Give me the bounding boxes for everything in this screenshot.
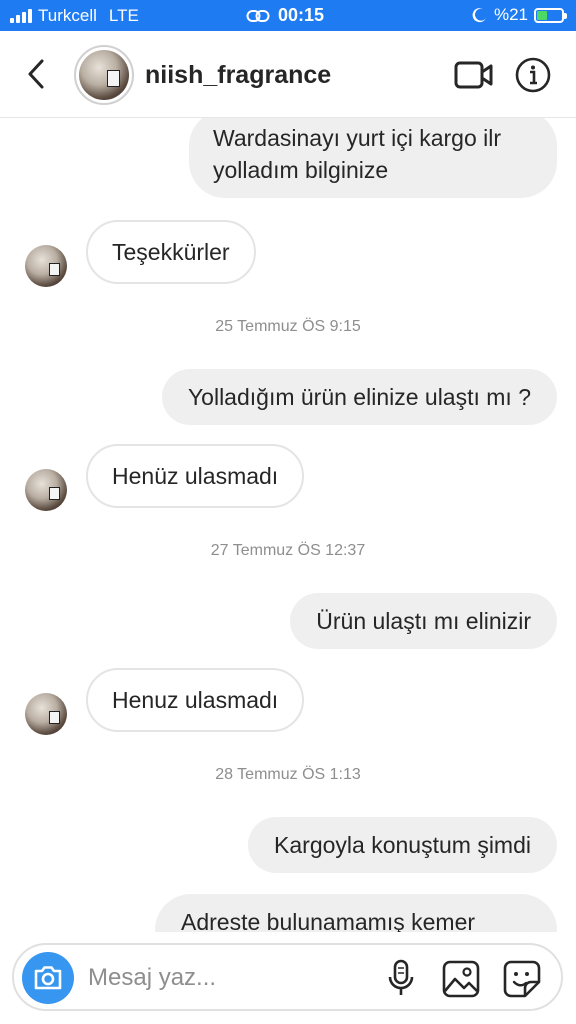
message-list[interactable]: Wardasinayı yurt içi kargo ilr yolladım … <box>0 118 576 932</box>
message-outgoing[interactable]: Kargoyla konuştum şimdi <box>248 817 557 873</box>
message-text: Henüz ulasmadı <box>112 463 279 489</box>
battery-icon <box>534 7 567 23</box>
carrier-name: Turkcell <box>38 6 97 25</box>
status-left: Turkcell LTE <box>10 6 139 26</box>
chat-header: niish_fragrance <box>0 31 576 118</box>
link-icon <box>246 9 270 22</box>
message-composer: Mesaj yaz... <box>12 943 563 1011</box>
sender-avatar[interactable] <box>25 469 67 511</box>
network-type: LTE <box>108 6 139 25</box>
message-text: Adreste bulunamamış kemer <box>181 909 476 932</box>
sender-avatar[interactable] <box>25 693 67 735</box>
message-incoming[interactable]: Henuz ulasmadı <box>86 668 305 732</box>
message-text: Henuz ulasmadı <box>112 687 279 713</box>
status-center: 00:15 <box>246 5 324 26</box>
battery-percent: %21 <box>493 5 528 24</box>
message-outgoing[interactable]: Adreste bulunamamış kemer <box>155 894 557 932</box>
chat-username[interactable]: niish_fragrance <box>145 61 331 90</box>
timestamp: 25 Temmuz ÖS 9:15 <box>215 318 361 335</box>
message-outgoing[interactable]: Ürün ulaştı mı elinizir <box>290 593 557 649</box>
sender-avatar[interactable] <box>25 245 67 287</box>
signal-icon <box>10 9 32 23</box>
message-text: Teşekkürler <box>112 239 230 265</box>
timestamp: 27 Temmuz ÖS 12:37 <box>210 542 366 559</box>
message-incoming[interactable]: Teşekkürler <box>86 220 256 284</box>
status-bar: Turkcell LTE 00:15 %21 <box>0 0 576 31</box>
message-incoming[interactable]: Henüz ulasmadı <box>86 444 305 508</box>
gallery-icon[interactable] <box>442 960 480 998</box>
message-outgoing[interactable]: Yolladığım ürün elinize ulaştı mı ? <box>161 369 557 425</box>
message-text: Ürün ulaştı mı elinizir <box>316 608 531 634</box>
info-icon[interactable] <box>515 57 551 93</box>
message-outgoing[interactable]: Wardasinayı yurt içi kargo ilr yolladım … <box>189 118 557 198</box>
timestamp: 28 Temmuz ÖS 1:13 <box>215 766 361 783</box>
profile-avatar[interactable] <box>74 45 134 105</box>
sticker-icon[interactable] <box>503 960 541 998</box>
moon-icon <box>472 8 486 23</box>
status-right: %21 <box>472 5 567 25</box>
microphone-icon[interactable] <box>386 959 416 999</box>
message-text: Yolladığım ürün elinize ulaştı mı ? <box>187 384 531 410</box>
camera-button[interactable] <box>22 952 74 1004</box>
message-text: Wardasinayı yurt içi kargo ilr yolladım … <box>213 125 502 183</box>
video-call-icon[interactable] <box>454 59 494 91</box>
back-chevron-icon[interactable] <box>22 57 52 91</box>
message-text: Kargoyla konuştum şimdi <box>274 832 531 858</box>
clock: 00:15 <box>278 5 325 25</box>
camera-icon <box>34 966 62 990</box>
message-input[interactable]: Mesaj yaz... <box>88 964 216 992</box>
